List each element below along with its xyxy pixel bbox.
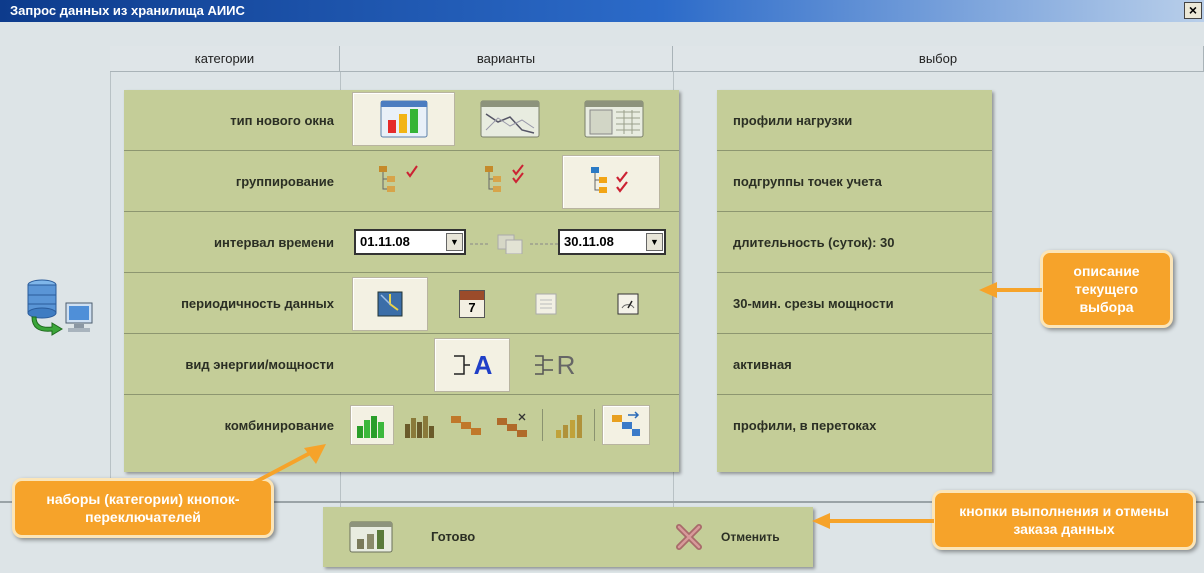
categories-panel: тип нового окна группирование интервал в… — [124, 90, 679, 472]
brown-bars-icon — [405, 416, 434, 438]
date-from-value: 01.11.08 — [360, 234, 410, 249]
date-to-dropdown[interactable]: ▼ — [646, 233, 663, 251]
flow-exclude-icon — [497, 413, 527, 437]
table-window-icon — [584, 100, 644, 138]
choice-value: 30-мин. срезы мощности — [733, 296, 894, 311]
flow-steps-icon — [451, 416, 481, 435]
combine-rising-button[interactable] — [546, 405, 590, 445]
choice-panel: профили нагрузки подгруппы точек учета д… — [717, 90, 992, 472]
period-month-button[interactable] — [516, 277, 576, 331]
window-title: Запрос данных из хранилища АИИС — [10, 3, 245, 18]
callout-description-text: описание текущего выбора — [1073, 263, 1140, 315]
choice-row: длительность (суток): 30 — [717, 212, 992, 273]
row-interval: интервал времени 01.11.08 ▼ 30.11.08 ▼ — [124, 212, 679, 273]
row-label: группирование — [235, 174, 334, 189]
active-energy-letter: A — [473, 349, 493, 380]
choice-row: профили нагрузки — [717, 90, 992, 151]
tree-subgroups-icon — [591, 167, 628, 193]
period-instant-button[interactable] — [598, 277, 658, 331]
energy-reactive-button[interactable]: R — [516, 338, 592, 392]
choice-value: подгруппы точек учета — [733, 174, 882, 189]
callout-actions-text: кнопки выполнения и отмены заказа данных — [959, 503, 1169, 537]
choice-value: профили нагрузки — [733, 113, 853, 128]
calendar-link-icon — [470, 234, 558, 255]
line-graph-window-button[interactable] — [470, 92, 550, 146]
choice-value: длительность (суток): 30 — [733, 235, 895, 250]
callout-sets-text: наборы (категории) кнопок-переключателей — [46, 491, 240, 525]
choice-row: профили, в перетоках — [717, 395, 992, 456]
callout-description: описание текущего выбора — [1040, 250, 1173, 328]
choice-value: профили, в перетоках — [733, 418, 877, 433]
grouping-double-button[interactable] — [470, 159, 540, 203]
ok-label: Готово — [431, 529, 476, 544]
choice-row: активная — [717, 334, 992, 395]
rising-bars-icon — [556, 415, 582, 438]
clock-30min-icon — [377, 291, 403, 317]
window-title-bar: Запрос данных из хранилища АИИС × — [0, 0, 1204, 22]
combine-flow-exclude-button[interactable] — [490, 405, 534, 445]
arrow-head-icon — [979, 282, 997, 298]
tree-check-icon — [379, 165, 418, 192]
period-30min-button[interactable] — [352, 277, 428, 331]
action-panel: Готово Отменить — [323, 507, 813, 567]
row-combining: комбинирование — [124, 395, 679, 456]
row-window-type: тип нового окна — [124, 90, 679, 151]
arrow-to-panel-icon — [243, 444, 326, 490]
document-icon — [535, 293, 557, 315]
combine-sum-button[interactable] — [350, 405, 394, 445]
callout-actions: кнопки выполнения и отмены заказа данных — [932, 490, 1196, 550]
crossflow-icon — [612, 411, 640, 436]
date-to-field[interactable]: 30.11.08 ▼ — [558, 229, 666, 255]
header-variants: варианты — [340, 46, 673, 72]
reactive-energy-icon — [534, 355, 553, 375]
grouping-subgroups-button[interactable] — [562, 155, 660, 209]
combine-separate-button[interactable] — [398, 405, 442, 445]
combine-crossflow-button[interactable] — [602, 405, 650, 445]
database-computer-icon — [22, 277, 96, 339]
date-from-dropdown[interactable]: ▼ — [446, 233, 463, 251]
row-grouping: группирование — [124, 151, 679, 212]
grouping-single-button[interactable] — [364, 159, 434, 203]
cancel-label: Отменить — [721, 530, 780, 544]
period-day-button[interactable]: 7 — [442, 277, 502, 331]
ok-button[interactable] — [349, 515, 439, 559]
tree-double-check-icon — [485, 164, 524, 192]
header-categories: категории — [110, 46, 340, 72]
dialog-body: категории варианты выбор тип нового окна — [0, 22, 1204, 573]
row-label: интервал времени — [214, 235, 334, 250]
row-label: вид энергии/мощности — [185, 357, 334, 372]
row-energy-type: вид энергии/мощности A R — [124, 334, 679, 395]
bar-chart-window-icon — [380, 100, 427, 138]
calendar-day-number: 7 — [468, 300, 476, 315]
line-graph-window-icon — [480, 100, 540, 138]
row-label: тип нового окна — [230, 113, 334, 128]
bar-chart-window-button[interactable] — [352, 92, 455, 146]
active-energy-icon — [453, 355, 470, 375]
reactive-energy-letter: R — [556, 349, 576, 380]
combine-flow-button[interactable] — [444, 405, 488, 445]
callout-sets: наборы (категории) кнопок-переключателей — [12, 478, 274, 538]
calendar-day-icon: 7 — [459, 290, 485, 318]
cancel-button[interactable] — [669, 519, 709, 555]
header-choice: выбор — [673, 46, 1204, 72]
choice-row: подгруппы точек учета — [717, 151, 992, 212]
date-to-value: 30.11.08 — [564, 234, 614, 249]
cancel-x-icon — [676, 524, 702, 550]
ok-chart-icon — [349, 521, 393, 553]
gauge-icon — [617, 293, 639, 315]
green-bars-icon — [357, 416, 384, 438]
arrow-to-actions-icon — [812, 513, 830, 529]
table-window-button[interactable] — [574, 92, 654, 146]
date-from-field[interactable]: 01.11.08 ▼ — [354, 229, 466, 255]
choice-row: 30-мин. срезы мощности — [717, 273, 992, 334]
close-button[interactable]: × — [1184, 2, 1202, 19]
row-label: периодичность данных — [181, 296, 334, 311]
row-periodicity: периодичность данных 7 — [124, 273, 679, 334]
choice-value: активная — [733, 357, 792, 372]
energy-active-button[interactable]: A — [434, 338, 510, 392]
